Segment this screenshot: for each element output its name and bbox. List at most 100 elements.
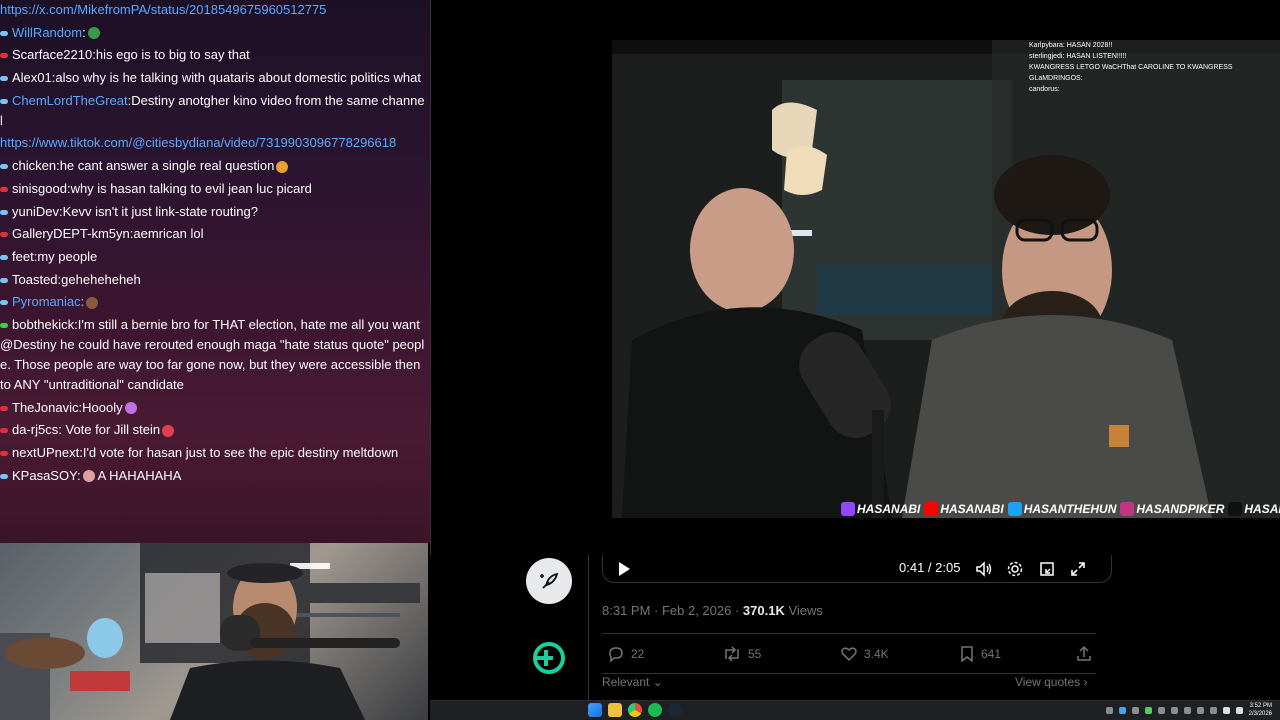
tweet-actions: 22 55 3.4K 641 xyxy=(602,645,1096,665)
chat-text: Hoooly xyxy=(82,399,123,415)
social-handle-text: HASANTHEHUN xyxy=(1023,502,1117,516)
chat-message: chicken:he cant answer a single real que… xyxy=(0,156,426,176)
chat-username[interactable]: Pyromaniac xyxy=(12,294,81,309)
chat-username[interactable]: Alex01 xyxy=(12,70,52,85)
chat-text: my people xyxy=(37,248,98,264)
chat-username[interactable]: nextUPnext xyxy=(12,445,79,460)
chat-username[interactable]: sinisgood xyxy=(12,181,67,196)
dgg-logo-icon[interactable] xyxy=(533,642,565,674)
twitter-icon xyxy=(1007,502,1022,516)
chat-message: https://x.com/MikefromPA/status/20185496… xyxy=(0,0,426,20)
chat-username[interactable]: ChemLordTheGreat xyxy=(12,93,128,108)
social-handle-text: HASANABI xyxy=(940,502,1004,516)
chat-username[interactable]: bobthekick xyxy=(12,317,74,332)
tweet-panel: 0:41 / 2:05 8:31 PM · Feb 2, 2026 · 370.… xyxy=(430,555,1280,700)
social-handle-text: HASANDPIKER xyxy=(1136,502,1225,516)
share-button[interactable] xyxy=(1075,645,1093,663)
chat-message: bobthekick:I'm still a bernie bro for TH… xyxy=(0,315,426,395)
tray-icon[interactable] xyxy=(1131,706,1139,714)
steam-icon[interactable] xyxy=(668,703,682,717)
chat-badge-icon xyxy=(0,53,8,59)
pip-icon[interactable] xyxy=(1038,560,1056,578)
overlay-chat-message: Karlpybara: HASAN 2028!! xyxy=(1029,42,1113,49)
repost-count: 55 xyxy=(748,647,762,661)
reply-icon xyxy=(609,647,623,663)
settings-gear-icon[interactable] xyxy=(1006,560,1024,578)
chat-badge-icon xyxy=(0,254,8,260)
social-handle-text: HASANDPIKER xyxy=(1244,502,1280,516)
chat-text: A HAHAHAHA xyxy=(94,467,182,483)
wifi-icon[interactable] xyxy=(1222,706,1230,714)
chat-username[interactable]: Toasted xyxy=(12,272,58,287)
chat-text: why is hasan talking to evil jean luc pi… xyxy=(70,180,312,196)
tray-icon[interactable] xyxy=(1144,706,1152,714)
taskbar: 3:52 PM 2/3/2026 xyxy=(430,700,1280,720)
repost-button[interactable]: 55 xyxy=(722,645,761,663)
clock-time: 3:52 PM xyxy=(1249,703,1272,709)
chat-username[interactable]: yuniDev xyxy=(12,204,59,219)
like-button[interactable]: 3.4K xyxy=(840,645,889,663)
chat-badge-icon xyxy=(0,405,8,411)
file-explorer-icon[interactable] xyxy=(608,703,622,717)
share-icon xyxy=(1077,645,1091,661)
webcam-scene xyxy=(0,543,420,720)
chat-badge-icon xyxy=(0,76,8,82)
chat-link[interactable]: https://www.tiktok.com/@citiesbydiana/vi… xyxy=(0,135,396,150)
chat-message: ChemLordTheGreat:Destiny anotgher kino v… xyxy=(0,91,426,131)
chat-username[interactable]: WillRandom xyxy=(12,25,82,40)
tweet-timestamp[interactable]: 8:31 PM · Feb 2, 2026 · xyxy=(602,603,743,618)
chat-message: feet:my people xyxy=(0,247,426,267)
chat-link[interactable]: https://x.com/MikefromPA/status/20185496… xyxy=(0,2,326,17)
chat-username[interactable]: TheJonavic xyxy=(12,400,78,415)
volume-tray-icon[interactable] xyxy=(1235,706,1243,714)
chat-emote-icon xyxy=(86,296,99,309)
tray-icon[interactable] xyxy=(1196,706,1204,714)
chat-message: GalleryDEPT-km5yn:aemrican lol xyxy=(0,224,426,244)
like-count: 3.4K xyxy=(864,647,889,661)
clock[interactable]: 3:52 PM 2/3/2026 xyxy=(1249,702,1272,718)
chat-message: Pyromaniac: xyxy=(0,292,426,312)
fullscreen-icon[interactable] xyxy=(1069,560,1087,578)
social-handle: HASANABI xyxy=(841,502,920,516)
sort-relevant-dropdown[interactable]: Relevant ⌄ xyxy=(602,675,663,689)
bookmark-button[interactable]: 641 xyxy=(959,645,1001,663)
chat-username[interactable]: GalleryDEPT-km5yn xyxy=(12,226,130,241)
tray-icon[interactable] xyxy=(1157,706,1165,714)
chat-username[interactable]: da-rj5cs xyxy=(12,422,58,437)
chat-message: WillRandom: xyxy=(0,23,426,43)
tray-icon[interactable] xyxy=(1105,706,1113,714)
tray-icon[interactable] xyxy=(1118,706,1126,714)
chat-panel: https://x.com/MikefromPA/status/20185496… xyxy=(0,0,430,543)
feather-icon xyxy=(540,572,559,589)
compose-button[interactable] xyxy=(526,558,572,604)
tray-icon[interactable] xyxy=(1170,706,1178,714)
chat-message: Alex01:also why is he talking with quata… xyxy=(0,68,426,88)
chat-badge-icon xyxy=(0,323,8,328)
windows-start-icon[interactable] xyxy=(588,703,602,717)
tweet-separator-2 xyxy=(602,673,1096,674)
chat-message: yuniDev:Kevv isn't it just link-state ro… xyxy=(0,202,426,222)
play-icon[interactable] xyxy=(617,561,631,577)
social-handle: HASANDPIKER xyxy=(1120,502,1224,516)
spotify-icon[interactable] xyxy=(648,703,662,717)
chat-text: geheheheheh xyxy=(61,271,141,287)
repost-icon xyxy=(725,646,739,662)
volume-icon[interactable] xyxy=(975,560,993,578)
chat-badge-icon xyxy=(0,451,8,457)
video-player[interactable]: Karlpybara: HASAN 2028!! sterlingjedi: HA… xyxy=(430,0,1280,555)
view-quotes-link[interactable]: View quotes › xyxy=(1015,675,1088,689)
chat-badge-icon xyxy=(0,209,8,215)
chrome-icon[interactable] xyxy=(628,703,642,717)
bookmark-icon xyxy=(961,646,973,663)
chevron-down-icon: ⌄ xyxy=(652,675,663,689)
tray-icon[interactable] xyxy=(1183,706,1191,714)
chat-username[interactable]: chicken xyxy=(12,158,56,173)
overlay-chat-message: candorus: xyxy=(1029,86,1060,93)
reply-button[interactable]: 22 xyxy=(607,645,644,663)
chat-username[interactable]: feet xyxy=(12,249,34,264)
chat-username[interactable]: KPasaSOY xyxy=(12,468,77,483)
tray-icon[interactable] xyxy=(1209,706,1217,714)
overlay-chat-message: KWANGRESS LETGO WaCHThat CAROLINE TO KWA… xyxy=(1029,64,1233,71)
tweet-views-count: 370.1K xyxy=(742,603,785,618)
chat-username[interactable]: Scarface2210 xyxy=(12,47,92,62)
